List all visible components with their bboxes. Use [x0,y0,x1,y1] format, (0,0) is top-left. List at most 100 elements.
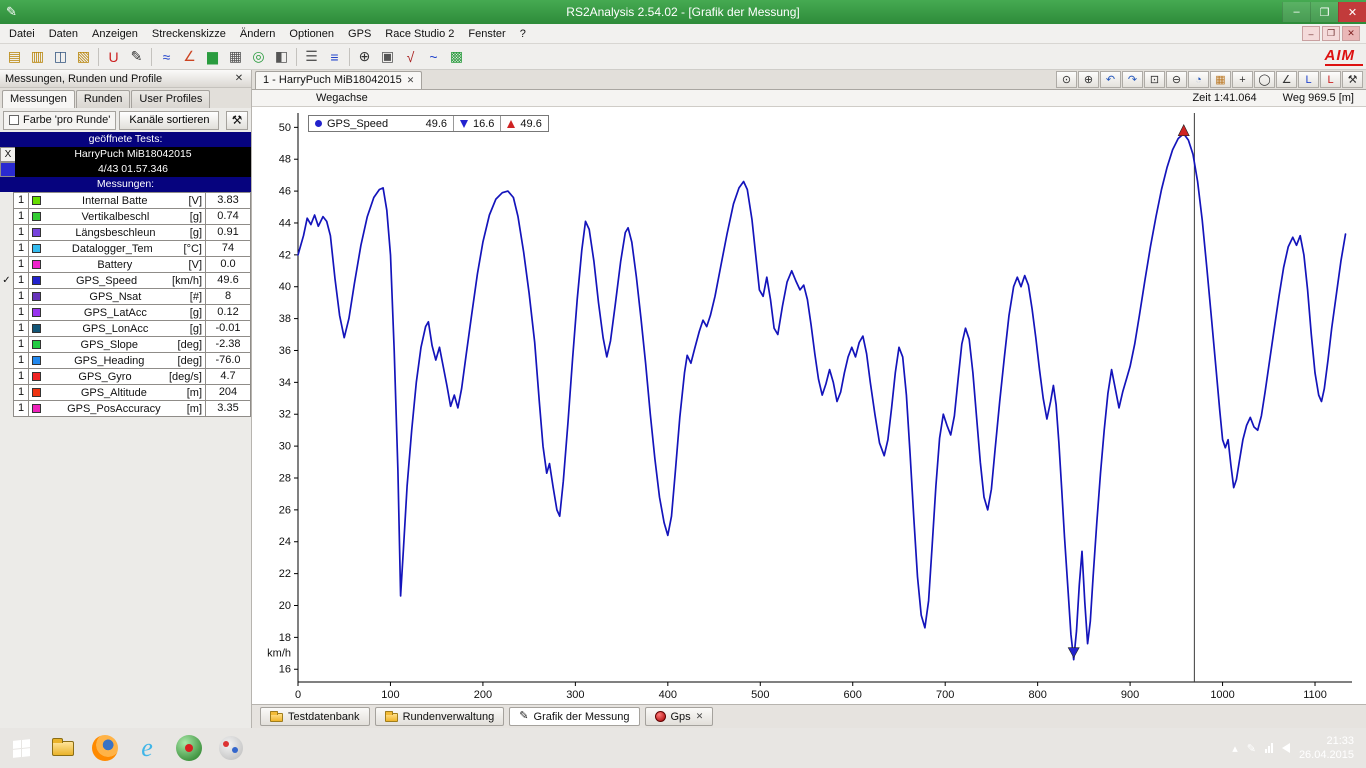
checkbox-icon[interactable] [9,115,19,125]
channel-row[interactable]: 1Längsbeschleun[g]0.91 [0,224,251,241]
menu-item-gps[interactable]: GPS [341,25,378,43]
channel-row[interactable]: 1Vertikalbeschl[g]0.74 [0,208,251,225]
close-button[interactable]: ✕ [1338,2,1366,22]
explorer-taskbar-icon[interactable] [42,728,84,768]
channel-row[interactable]: ✓1GPS_Speed[km/h]49.6 [0,272,251,289]
histogram-icon[interactable]: ▆ [201,46,224,68]
bottom-tab-testdatenbank[interactable]: Testdatenbank [260,707,370,726]
zoom-tool-icon[interactable]: ⊕ [353,46,376,68]
menu-item-streckenskizze[interactable]: Streckenskizze [145,25,233,43]
sort-channels-button[interactable]: Kanäle sortieren [119,111,219,130]
line-graph-icon[interactable]: ≈ [155,46,178,68]
menu-item-item[interactable]: ? [513,25,533,43]
channel-checkbox[interactable] [0,256,13,273]
report-icon[interactable]: ☰ [300,46,323,68]
channel-checkbox[interactable] [0,320,13,337]
image-export-icon[interactable]: ▩ [445,46,468,68]
compass-icon[interactable]: ◯ [1254,71,1275,88]
right-scale-icon[interactable]: L [1320,71,1341,88]
channel-checkbox[interactable]: ✓ [0,272,13,289]
crosshair-icon[interactable]: + [1232,71,1253,88]
tab-runden[interactable]: Runden [76,90,131,108]
time-axis-icon[interactable]: ◔ [1188,71,1209,88]
bottom-tab-close-icon[interactable]: ✕ [696,711,704,722]
chart-tab-close-icon[interactable]: ✕ [407,75,415,86]
lap-info[interactable]: 4/43 01.57.346 [15,162,251,177]
menu-item-optionen[interactable]: Optionen [282,25,341,43]
paint-taskbar-icon[interactable] [210,728,252,768]
open-test-icon[interactable]: ▤ [3,46,26,68]
minimize-button[interactable]: – [1282,2,1310,22]
channel-checkbox[interactable] [0,208,13,225]
angle-measure-icon[interactable]: ∠ [1276,71,1297,88]
zoom-out-icon[interactable]: ⊖ [1166,71,1187,88]
magnet-icon[interactable]: U [102,46,125,68]
restore-button[interactable]: ❐ [1310,2,1338,22]
channel-row[interactable]: 1GPS_PosAccuracy[m]3.35 [0,400,251,417]
test-close-button[interactable]: X [0,147,16,162]
channel-checkbox[interactable] [0,240,13,257]
tray-pen-icon[interactable]: ✎ [1247,742,1256,755]
channel-checkbox[interactable] [0,384,13,401]
undo-zoom-icon[interactable]: ↶ [1100,71,1121,88]
zoom-previous-icon[interactable]: ⊙ [1056,71,1077,88]
ie-taskbar-icon[interactable]: e [126,728,168,768]
channel-row[interactable]: 1Battery[V]0.0 [0,256,251,273]
wrench-icon[interactable]: ⚒ [226,111,248,130]
xy-plot-icon[interactable]: ∠ [178,46,201,68]
channels-list-icon[interactable]: ≡ [323,46,346,68]
channel-row[interactable]: 1GPS_LonAcc[g]-0.01 [0,320,251,337]
menu-item-ndern[interactable]: Ändern [233,25,282,43]
color-per-lap-checkbox[interactable]: Farbe 'pro Runde' [3,111,116,130]
tab-user-profiles[interactable]: User Profiles [131,90,210,108]
channel-checkbox[interactable] [0,304,13,321]
bottom-tab-grafik-der-messung[interactable]: ✎Grafik der Messung [509,707,639,726]
channel-checkbox[interactable] [0,192,13,209]
bottom-tab-rundenverwaltung[interactable]: Rundenverwaltung [375,707,505,726]
channel-checkbox[interactable] [0,368,13,385]
network-icon[interactable] [1265,743,1273,753]
database-icon[interactable]: ▧ [72,46,95,68]
channel-row[interactable]: 1GPS_Slope[deg]-2.38 [0,336,251,353]
channel-row[interactable]: 1GPS_Gyro[deg/s]4.7 [0,368,251,385]
taskbar-clock[interactable]: 21:33 26.04.2015 [1299,734,1354,763]
aim-taskbar-icon[interactable] [168,728,210,768]
channel-row[interactable]: 1GPS_Altitude[m]204 [0,384,251,401]
channel-row[interactable]: 1Datalogger_Tem[°C]74 [0,240,251,257]
pencil-tool-icon[interactable]: ✎ [125,46,148,68]
channel-row[interactable]: 1Internal Batte[V]3.83 [0,192,251,209]
channel-checkbox[interactable] [0,336,13,353]
lap-color-swatch[interactable] [0,162,16,177]
table-view-icon[interactable]: ▦ [224,46,247,68]
grid-view-icon[interactable]: ▦ [1210,71,1231,88]
menu-item-race-studio-2[interactable]: Race Studio 2 [378,25,461,43]
mdi-close-button[interactable]: ✕ [1342,26,1360,41]
tray-expand-icon[interactable]: ▴ [1232,742,1238,755]
chart-settings-icon[interactable]: ⚒ [1342,71,1363,88]
zoom-in-icon[interactable]: ⊕ [1078,71,1099,88]
mdi-restore-button[interactable]: ❐ [1322,26,1340,41]
menu-item-daten[interactable]: Daten [42,25,85,43]
channel-row[interactable]: 1GPS_LatAcc[g]0.12 [0,304,251,321]
menu-item-datei[interactable]: Datei [2,25,42,43]
spline-icon[interactable]: ~ [422,46,445,68]
speed-chart[interactable]: 161820222426283032343638404244464850km/h… [252,107,1366,704]
math-channel-icon[interactable]: √ [399,46,422,68]
redo-zoom-icon[interactable]: ↷ [1122,71,1143,88]
save-test-icon[interactable]: ◫ [49,46,72,68]
chart-plot[interactable]: 161820222426283032343638404244464850km/h… [252,107,1366,704]
tab-messungen[interactable]: Messungen [2,90,75,108]
bottom-tab-gps[interactable]: Gps✕ [645,707,714,726]
panel-close-icon[interactable]: ✕ [232,73,246,84]
channel-row[interactable]: 1GPS_Nsat[#]8 [0,288,251,305]
track-view-icon[interactable]: ◎ [247,46,270,68]
channel-checkbox[interactable] [0,224,13,241]
channel-checkbox[interactable] [0,288,13,305]
open-folder-icon[interactable]: ▥ [26,46,49,68]
chart-document-tab[interactable]: 1 - HarryPuch MiB18042015 ✕ [255,71,422,89]
menu-item-fenster[interactable]: Fenster [461,25,512,43]
zoom-window-icon[interactable]: ⊡ [1144,71,1165,88]
channel-row[interactable]: 1GPS_Heading[deg]-76.0 [0,352,251,369]
firefox-taskbar-icon[interactable] [84,728,126,768]
channel-checkbox[interactable] [0,400,13,417]
